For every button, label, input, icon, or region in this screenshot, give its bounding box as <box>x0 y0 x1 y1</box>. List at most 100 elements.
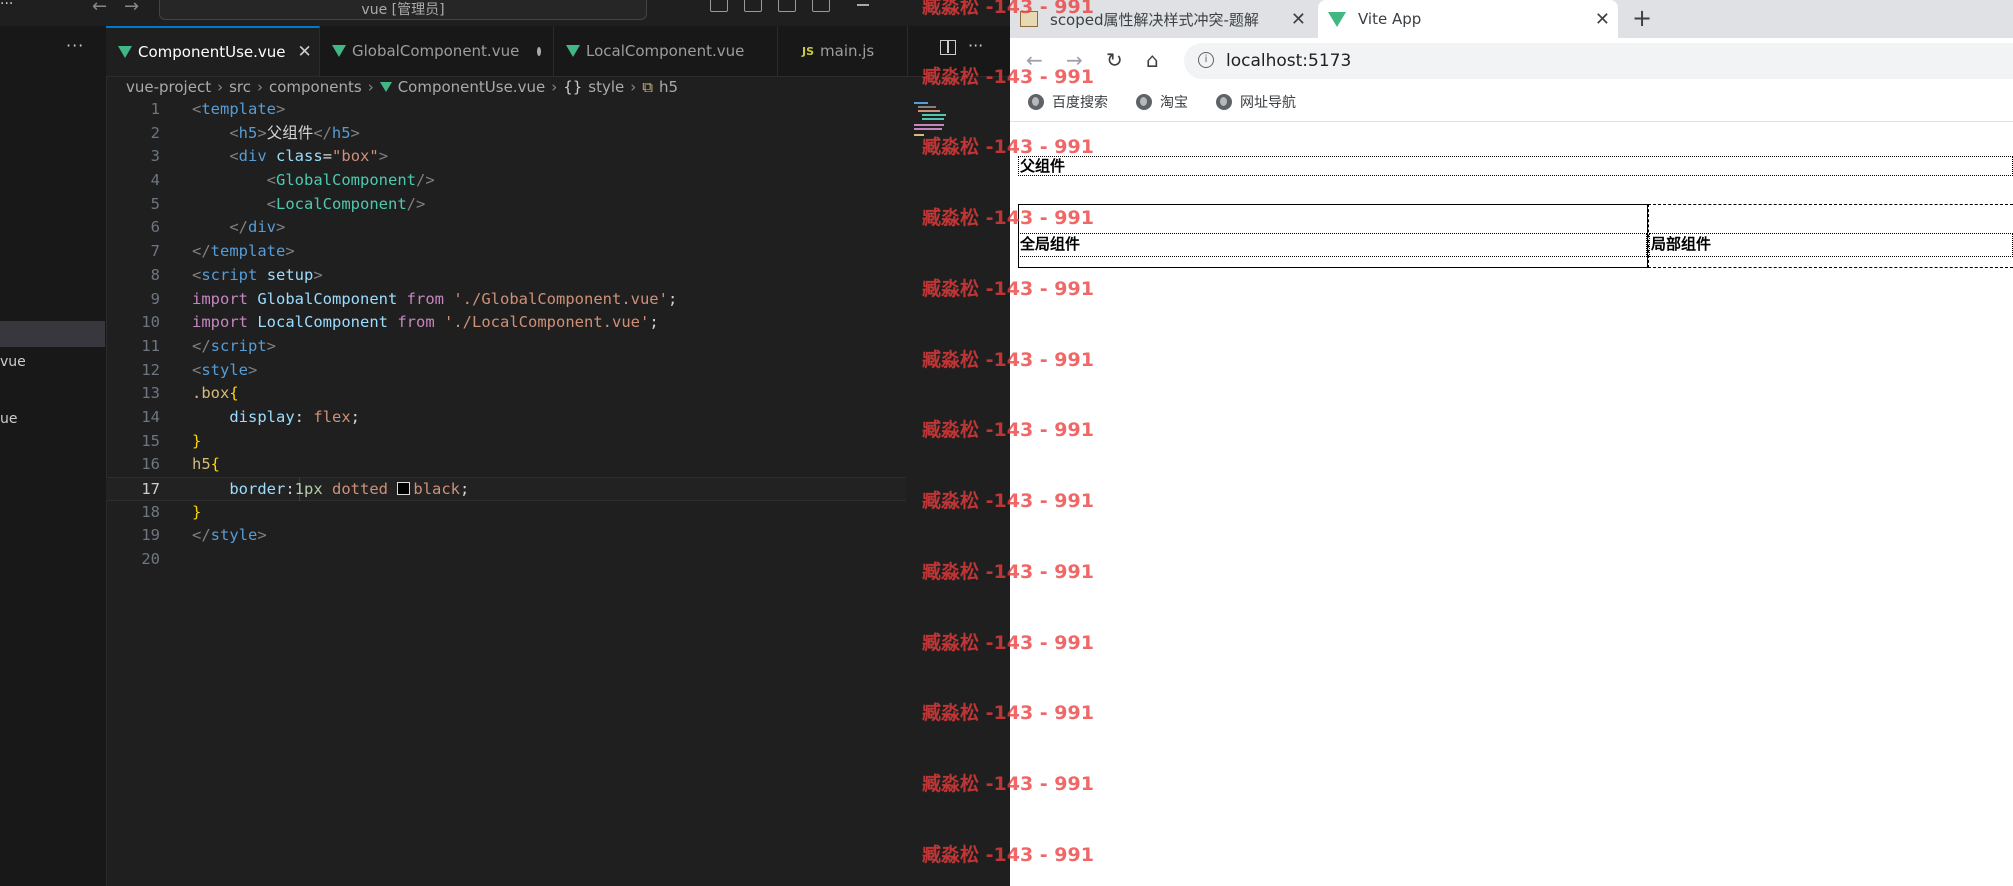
browser-window: scoped属性解决样式冲突-题解 ✕ Vite App ✕ + ← → ↻ ⌂… <box>1010 0 2013 886</box>
tab-globalcomponent[interactable]: GlobalComponent.vue <box>320 26 554 76</box>
breadcrumb-item[interactable]: style <box>588 78 624 96</box>
code-line[interactable]: 14 display: flex; <box>106 406 906 430</box>
vue-file-icon <box>332 45 346 57</box>
tab-localcomponent[interactable]: LocalComponent.vue <box>554 26 778 76</box>
explorer-selected-row[interactable] <box>0 321 105 347</box>
toggle-secondary-sidebar-icon[interactable] <box>778 0 796 12</box>
forward-arrow-icon[interactable]: → <box>1066 48 1083 72</box>
vue-file-icon <box>566 45 580 57</box>
code-line[interactable]: 4 <GlobalComponent/> <box>106 169 906 193</box>
close-icon[interactable]: ✕ <box>298 42 312 62</box>
command-center-label: vue [管理员] <box>361 2 445 18</box>
line-number: 1 <box>150 100 160 118</box>
reload-icon[interactable]: ↻ <box>1106 48 1123 72</box>
code-text: import LocalComponent from './LocalCompo… <box>192 313 659 332</box>
minimap[interactable] <box>914 100 954 140</box>
code-line[interactable]: 20 <box>106 548 906 572</box>
address-bar[interactable]: i localhost:5173 <box>1184 43 2013 79</box>
code-line[interactable]: 12 <style> <box>106 359 906 383</box>
minimize-icon[interactable] <box>857 4 869 6</box>
code-line[interactable]: 16 h5{ <box>106 453 906 477</box>
breadcrumb-item[interactable]: src <box>229 78 251 96</box>
code-line[interactable]: 1 <template> <box>106 98 906 122</box>
code-text: <h5>父组件</h5> <box>229 123 360 142</box>
unsaved-dot-icon[interactable] <box>537 46 541 56</box>
forward-arrow-icon[interactable]: → <box>124 0 139 16</box>
image-favicon-icon <box>1020 11 1038 27</box>
flex-box: 全局组件 局部组件 <box>1018 204 2013 268</box>
command-center-search[interactable]: vue [管理员] <box>159 0 647 20</box>
global-component: 全局组件 <box>1018 204 1648 268</box>
breadcrumb-item[interactable]: vue-project <box>126 78 211 96</box>
new-tab-plus-icon[interactable]: + <box>1632 4 1652 32</box>
close-icon[interactable]: ✕ <box>1595 9 1610 30</box>
code-line[interactable]: 19 </style> <box>106 524 906 548</box>
line-number: 20 <box>141 550 160 569</box>
line-number: 6 <box>150 218 160 237</box>
bookmark-nav[interactable]: 网址导航 <box>1216 92 1296 112</box>
code-line[interactable]: 10 import LocalComponent from './LocalCom… <box>106 311 906 335</box>
code-line[interactable]: 11 </script> <box>106 335 906 359</box>
code-line[interactable]: 6 </div> <box>106 216 906 240</box>
code-line[interactable]: 2 <h5>父组件</h5> <box>106 122 906 146</box>
code-text: <div class="box"> <box>229 147 389 166</box>
code-text: </script> <box>192 336 277 355</box>
explorer-file-fragment[interactable]: ue <box>0 411 18 427</box>
back-arrow-icon[interactable]: ← <box>92 0 107 16</box>
tab-label: ComponentUse.vue <box>138 43 286 61</box>
explorer-more-icon[interactable]: ··· <box>66 36 84 55</box>
code-line[interactable]: 7 </template> <box>106 240 906 264</box>
code-text: border:1px dotted black; <box>229 480 470 498</box>
chevron-right-icon: › <box>630 78 637 96</box>
tab-main-js[interactable]: JS main.js <box>778 26 908 76</box>
code-line[interactable]: 9 import GlobalComponent from './GlobalCo… <box>106 288 906 312</box>
breadcrumb-item[interactable]: components <box>269 78 362 96</box>
code-text: </style> <box>192 526 267 545</box>
browser-toolbar: ← → ↻ ⌂ i localhost:5173 <box>1010 38 2013 84</box>
tab-componentuse[interactable]: ComponentUse.vue ✕ <box>106 26 320 76</box>
close-icon[interactable]: ✕ <box>1291 9 1306 30</box>
code-line[interactable]: 3 <div class="box"> <box>106 145 906 169</box>
code-line[interactable]: 13 .box{ <box>106 382 906 406</box>
browser-tab-vite[interactable]: Vite App ✕ <box>1318 0 1618 38</box>
line-number: 11 <box>141 336 160 355</box>
code-line[interactable]: 15} <box>106 430 906 454</box>
breadcrumb-item[interactable]: h5 <box>659 78 678 96</box>
code-text: } <box>192 431 202 450</box>
toggle-panel-icon[interactable] <box>744 0 762 12</box>
globe-icon <box>1136 94 1152 110</box>
split-editor-icon[interactable] <box>940 40 956 55</box>
back-arrow-icon[interactable]: ← <box>1026 48 1043 72</box>
chevron-right-icon: › <box>257 78 263 96</box>
tab-actions-more-icon[interactable]: ··· <box>968 36 983 55</box>
breadcrumb-item[interactable]: ComponentUse.vue <box>398 78 546 96</box>
vscode-window: ··· ← → vue [管理员] ··· vue ue ComponentUs… <box>0 0 1010 886</box>
line-number: 9 <box>150 289 160 308</box>
js-file-icon: JS <box>802 44 815 58</box>
bookmark-baidu[interactable]: 百度搜索 <box>1028 92 1108 112</box>
local-component: 局部组件 <box>1648 204 2013 268</box>
menu-more-icon[interactable]: ··· <box>0 0 13 12</box>
color-swatch-icon[interactable] <box>397 482 411 495</box>
line-number: 5 <box>150 194 160 213</box>
line-number: 4 <box>150 171 160 190</box>
toggle-primary-sidebar-icon[interactable] <box>710 0 728 12</box>
home-icon[interactable]: ⌂ <box>1146 48 1159 72</box>
code-editor[interactable]: 1 <template> 2 <h5>父组件</h5> 3 <div class=… <box>106 98 906 572</box>
explorer-file-fragment[interactable]: vue <box>0 354 26 370</box>
browser-tab-strip: scoped属性解决样式冲突-题解 ✕ Vite App ✕ + <box>1010 0 2013 38</box>
code-line[interactable]: 5 <LocalComponent/> <box>106 193 906 217</box>
browser-tab-scoped[interactable]: scoped属性解决样式冲突-题解 ✕ <box>1010 0 1314 38</box>
code-line[interactable]: 8 <script setup> <box>106 264 906 288</box>
code-text: </div> <box>229 218 286 237</box>
code-text: <style> <box>192 360 258 379</box>
bookmark-taobao[interactable]: 淘宝 <box>1136 92 1188 112</box>
code-line-current[interactable]: 17 border:1px dotted black; <box>106 477 906 501</box>
code-line[interactable]: 18} <box>106 501 906 525</box>
customize-layout-icon[interactable] <box>812 0 830 12</box>
global-heading: 全局组件 <box>1018 233 1647 257</box>
site-info-icon[interactable]: i <box>1198 52 1214 68</box>
line-number: 2 <box>150 123 160 142</box>
line-number: 10 <box>141 313 160 332</box>
parent-heading: 父组件 <box>1018 156 2013 176</box>
